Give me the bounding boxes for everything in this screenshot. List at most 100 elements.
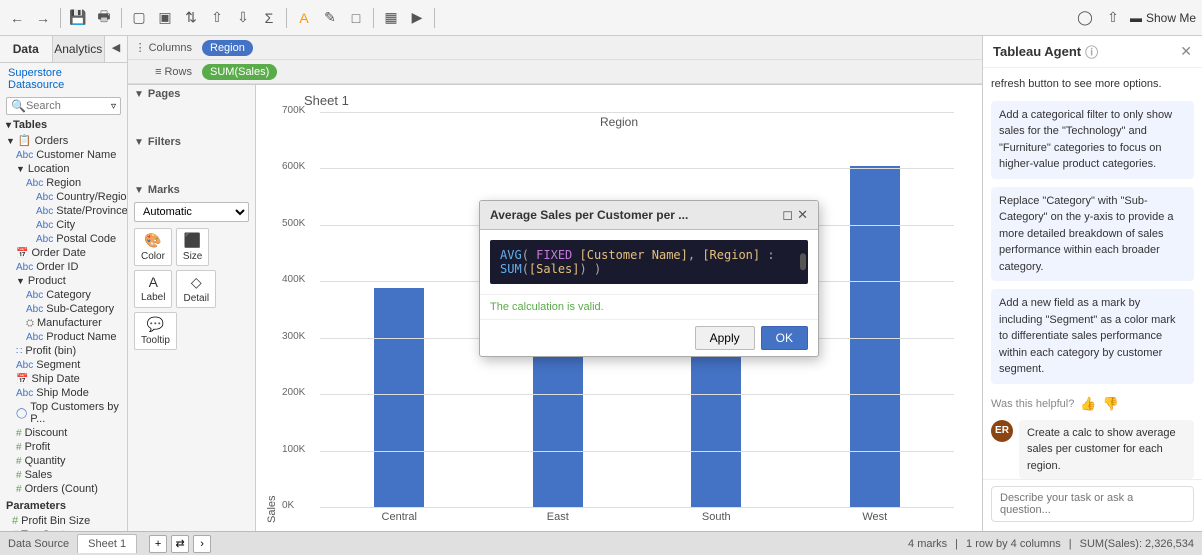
sum-btn[interactable]: Σ <box>258 7 280 29</box>
agent-close-btn[interactable]: ✕ <box>1180 43 1192 60</box>
frame-btn[interactable]: □ <box>345 7 367 29</box>
tree-manufacturer[interactable]: ⛭ Manufacturer <box>0 316 127 330</box>
bar-central[interactable] <box>320 288 479 508</box>
agent-btn[interactable]: ◯ <box>1074 7 1096 29</box>
swap-btn[interactable]: ⇅ <box>180 7 202 29</box>
tree-order-id[interactable]: Abc Order ID <box>0 260 127 274</box>
collapse-left-btn[interactable]: ◀ <box>105 36 127 58</box>
dialog-resize-btn[interactable]: ◻ <box>782 207 793 223</box>
tables-header: ▾ Tables <box>0 117 127 133</box>
agent-suggestion-1[interactable]: Add a categorical filter to only show sa… <box>991 101 1194 179</box>
tree-sales[interactable]: # Sales <box>0 468 127 482</box>
save-btn[interactable]: 💾 <box>67 7 89 29</box>
tab-data[interactable]: Data <box>0 36 53 62</box>
detail-btn[interactable]: ◇ Detail <box>176 270 216 308</box>
x-label-east: East <box>479 508 638 523</box>
sort-asc-btn[interactable]: ⇧ <box>206 7 228 29</box>
tree-location[interactable]: ▼ Location <box>0 162 127 176</box>
label-btn[interactable]: A Label <box>134 270 172 308</box>
bar-south-rect[interactable] <box>691 337 741 508</box>
marks-header[interactable]: ▼ Marks <box>128 181 255 199</box>
print-btn[interactable]: 🖶 <box>93 7 115 29</box>
color-btn[interactable]: 🎨 Color <box>134 228 172 266</box>
agent-suggestion-2[interactable]: Replace "Category" with "Sub-Category" o… <box>991 187 1194 282</box>
filters-header[interactable]: ▼ Filters <box>128 133 255 151</box>
present-btn[interactable]: ▶ <box>406 7 428 29</box>
agent-input[interactable] <box>991 486 1194 522</box>
rows-content[interactable]: SUM(Sales) <box>198 64 982 80</box>
move-sheet-btn[interactable]: › <box>193 535 211 553</box>
search-input[interactable] <box>26 100 111 112</box>
tree-orders-count[interactable]: # Orders (Count) <box>0 482 127 496</box>
region-pill[interactable]: Region <box>202 40 253 56</box>
tree-product[interactable]: ▼ Product <box>0 274 127 288</box>
show-me-btn[interactable]: ▬ Show Me <box>1130 11 1196 25</box>
main-area: Data Analytics ◀ Superstore Datasource 🔍… <box>0 36 1202 531</box>
size-btn[interactable]: ⬛ Size <box>176 228 209 266</box>
tree-category[interactable]: Abc Category <box>0 288 127 302</box>
bar-west[interactable] <box>796 166 955 508</box>
thumbs-down-btn-1[interactable]: 👎 <box>1103 396 1119 412</box>
expand-icon-prod: ▼ <box>16 276 25 286</box>
tree-region[interactable]: Abc Region <box>0 176 127 190</box>
tree-ship-date[interactable]: 📅 Ship Date <box>0 372 127 386</box>
tree-sub-category[interactable]: Abc Sub-Category <box>0 302 127 316</box>
sales-pill[interactable]: SUM(Sales) <box>202 64 277 80</box>
collapse-tables-icon[interactable]: ▾ <box>6 120 11 131</box>
duplicate-sheet-btn[interactable]: ⇄ <box>171 535 189 553</box>
tree-orders[interactable]: ▼ 📋 Orders <box>0 133 127 148</box>
sort-desc-btn[interactable]: ⇩ <box>232 7 254 29</box>
tree-quantity[interactable]: # Quantity <box>0 454 127 468</box>
param-profit-bin[interactable]: # Profit Bin Size <box>0 514 127 528</box>
back-btn[interactable]: ← <box>6 7 28 29</box>
tree-city[interactable]: Abc City <box>0 218 127 232</box>
agent-suggestion-3[interactable]: Add a new field as a mark by including "… <box>991 289 1194 384</box>
data-source-tab[interactable]: Data Source <box>8 538 69 550</box>
dialog-close-btn[interactable]: ✕ <box>797 207 808 223</box>
y-axis-label: Sales <box>264 112 280 523</box>
tree-country[interactable]: Abc Country/Region <box>0 190 127 204</box>
pages-header[interactable]: ▼ Pages <box>128 85 255 103</box>
apply-btn[interactable]: Apply <box>695 326 755 350</box>
marks-type-select[interactable]: Automatic <box>134 202 249 222</box>
tree-segment[interactable]: Abc Segment <box>0 358 127 372</box>
sheet-tab[interactable]: Sheet 1 <box>77 534 137 553</box>
annotate-btn[interactable]: ✎ <box>319 7 341 29</box>
tree-state[interactable]: Abc State/Province <box>0 204 127 218</box>
tree-profit-bin[interactable]: ∷ Profit (bin) <box>0 344 127 358</box>
tree-order-date[interactable]: 📅 Order Date <box>0 246 127 260</box>
formula-scrollbar[interactable] <box>800 253 806 271</box>
highlight-btn[interactable]: A <box>293 7 315 29</box>
agent-body: refresh button to see more options. Add … <box>983 68 1202 479</box>
thumbs-up-btn-1[interactable]: 👍 <box>1080 396 1096 412</box>
tree-ship-mode[interactable]: Abc Ship Mode <box>0 386 127 400</box>
tree-product-name[interactable]: Abc Product Name <box>0 330 127 344</box>
dim-icon-country: Abc <box>36 192 53 203</box>
tab-analytics[interactable]: Analytics <box>53 36 106 62</box>
new-sheet-btn[interactable]: ▢ <box>128 7 150 29</box>
add-sheet-btn[interactable]: + <box>149 535 167 553</box>
bar-west-rect[interactable] <box>850 166 900 508</box>
agent-info-icon[interactable]: ⓘ <box>1085 42 1098 61</box>
ok-btn[interactable]: OK <box>761 326 808 350</box>
tree-top-customers[interactable]: ◯ Top Customers by P... <box>0 400 127 426</box>
tree-customer-name[interactable]: Abc Customer Name <box>0 148 127 162</box>
columns-content[interactable]: Region <box>198 40 982 56</box>
tree-discount[interactable]: # Discount <box>0 426 127 440</box>
filter-icon[interactable]: ▿ <box>111 101 116 112</box>
formula-editor[interactable]: AVG( FIXED [Customer Name], [Region] : S… <box>490 240 808 284</box>
datasource-label[interactable]: Superstore Datasource <box>0 63 127 95</box>
columns-icon: ⋮ <box>135 41 146 54</box>
viz-btn[interactable]: ▦ <box>380 7 402 29</box>
bar-south[interactable] <box>637 337 796 508</box>
forward-btn[interactable]: → <box>32 7 54 29</box>
bar-central-rect[interactable] <box>374 288 424 508</box>
tooltip-btn[interactable]: 💬 Tooltip <box>134 312 177 350</box>
tooltip-icon: 💬 <box>147 316 164 333</box>
tree-postal[interactable]: Abc Postal Code <box>0 232 127 246</box>
tree-profit[interactable]: # Profit <box>0 440 127 454</box>
dim-icon-postal: Abc <box>36 234 53 245</box>
duplicate-btn[interactable]: ▣ <box>154 7 176 29</box>
columns-shelf: ⋮ Columns Region <box>128 36 982 60</box>
share-btn[interactable]: ⇧ <box>1102 7 1124 29</box>
